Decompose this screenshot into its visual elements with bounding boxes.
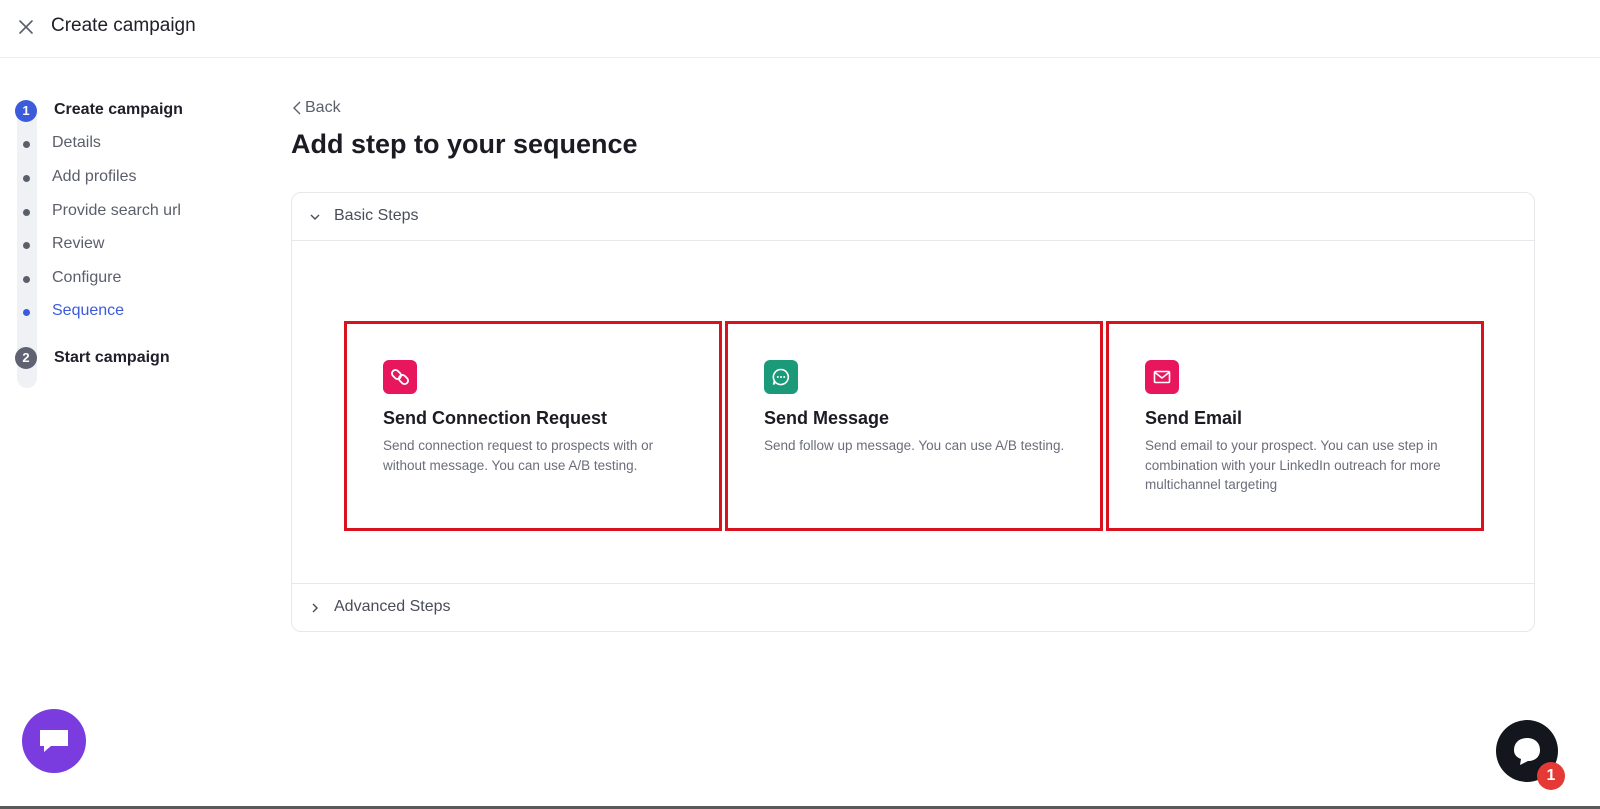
basic-steps-label: Basic Steps bbox=[334, 207, 419, 224]
substep-dot bbox=[23, 209, 30, 216]
top-bar: Create campaign bbox=[0, 0, 1600, 58]
step-1-title: Create campaign bbox=[54, 101, 183, 118]
send-email-card[interactable]: Send Email Send email to your prospect. … bbox=[1106, 321, 1484, 531]
send-connection-request-card[interactable]: Send Connection Request Send connection … bbox=[344, 321, 722, 531]
substep-dot bbox=[23, 175, 30, 182]
substep-provide-search-url[interactable]: Provide search url bbox=[15, 199, 255, 225]
card-title: Send Email bbox=[1145, 408, 1243, 428]
substep-dot bbox=[23, 276, 30, 283]
substep-label: Review bbox=[52, 235, 105, 252]
send-message-card[interactable]: Send Message Send follow up message. You… bbox=[725, 321, 1103, 531]
substep-label: Sequence bbox=[52, 302, 125, 319]
basic-steps-toggle[interactable]: Basic Steps bbox=[292, 193, 1534, 241]
substep-add-profiles[interactable]: Add profiles bbox=[15, 165, 255, 191]
envelope-icon bbox=[1145, 360, 1179, 394]
card-title: Send Connection Request bbox=[383, 408, 608, 428]
substep-review[interactable]: Review bbox=[15, 232, 255, 258]
substep-dot bbox=[23, 141, 30, 148]
step-1-badge: 1 bbox=[15, 100, 37, 122]
substep-label: Provide search url bbox=[52, 202, 181, 219]
chevron-right-icon bbox=[312, 603, 318, 613]
substep-configure[interactable]: Configure bbox=[15, 266, 255, 292]
back-link[interactable]: Back bbox=[292, 99, 341, 117]
substep-dot bbox=[23, 242, 30, 249]
card-description: Send connection request to prospects wit… bbox=[383, 438, 654, 473]
substep-sequence[interactable]: Sequence bbox=[15, 299, 255, 325]
card-title: Send Message bbox=[764, 408, 890, 428]
chevron-left-icon bbox=[293, 101, 301, 115]
chat-bubble-icon bbox=[764, 360, 798, 394]
substep-label: Configure bbox=[52, 269, 122, 286]
chat-widget-button[interactable] bbox=[22, 709, 86, 773]
header-title: Create campaign bbox=[51, 15, 196, 36]
support-bubble-icon bbox=[1514, 738, 1540, 765]
campaign-stepper: 1 Create campaign Details Add profiles P… bbox=[15, 100, 255, 390]
substep-label: Add profiles bbox=[52, 168, 137, 185]
steps-panel: Basic Steps Send Connection Request Send… bbox=[291, 192, 1535, 632]
notification-badge: 1 bbox=[1537, 762, 1565, 790]
back-label: Back bbox=[305, 99, 341, 116]
card-description: Send follow up message. You can use A/B … bbox=[764, 438, 1065, 453]
substep-dot bbox=[23, 309, 30, 316]
page-title: Add step to your sequence bbox=[291, 129, 638, 159]
advanced-steps-toggle[interactable]: Advanced Steps bbox=[292, 583, 1534, 631]
chevron-down-icon bbox=[310, 214, 320, 220]
substep-label: Details bbox=[52, 134, 101, 151]
link-icon bbox=[383, 360, 417, 394]
speech-bubble-icon bbox=[40, 730, 68, 752]
substep-details[interactable]: Details bbox=[15, 131, 255, 157]
step-2-title: Start campaign bbox=[54, 349, 170, 366]
card-description: Send email to your prospect. You can use… bbox=[1145, 438, 1441, 492]
step-2-badge: 2 bbox=[15, 347, 37, 369]
advanced-steps-label: Advanced Steps bbox=[334, 598, 451, 615]
close-icon[interactable] bbox=[16, 17, 36, 37]
